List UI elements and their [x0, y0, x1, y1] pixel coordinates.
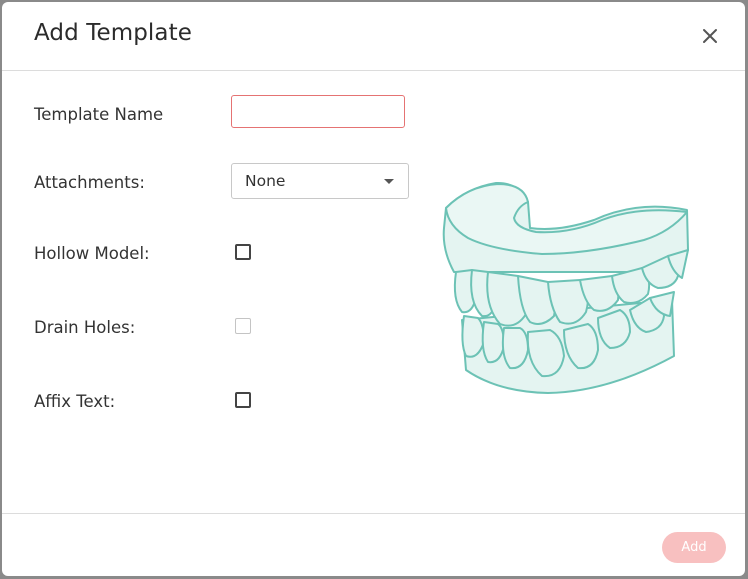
add-button[interactable]: Add — [662, 532, 726, 563]
drain-holes-label: Drain Holes: — [34, 318, 136, 337]
affix-text-checkbox[interactable] — [235, 392, 251, 408]
dialog-header: Add Template — [2, 2, 745, 71]
attachments-select[interactable]: None — [231, 163, 409, 199]
dialog-title: Add Template — [34, 20, 192, 46]
attachments-selected-value: None — [245, 172, 286, 190]
hollow-model-label: Hollow Model: — [34, 244, 150, 263]
add-template-dialog: Add Template Template Name Attachments: … — [2, 2, 745, 576]
hollow-model-checkbox[interactable] — [235, 244, 251, 260]
affix-text-label: Affix Text: — [34, 392, 116, 411]
drain-holes-checkbox[interactable] — [235, 318, 251, 334]
close-icon[interactable] — [701, 27, 719, 45]
template-name-label: Template Name — [34, 105, 164, 124]
dental-model-icon — [438, 180, 694, 402]
attachments-label: Attachments: — [34, 173, 145, 192]
template-name-input[interactable] — [231, 95, 405, 128]
dialog-footer: Add — [2, 513, 745, 576]
chevron-down-icon — [384, 179, 394, 184]
